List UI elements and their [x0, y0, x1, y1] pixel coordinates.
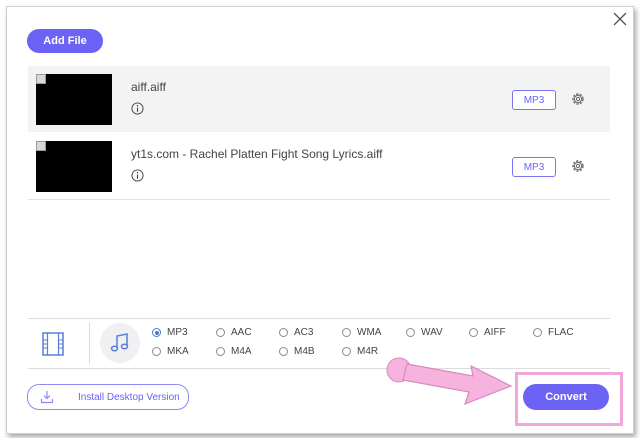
- format-option-ac3[interactable]: AC3: [279, 327, 313, 338]
- format-option-wma[interactable]: WMA: [342, 327, 381, 338]
- convert-button[interactable]: Convert: [523, 384, 609, 410]
- radio-selected[interactable]: [152, 328, 161, 337]
- music-note-icon: [110, 333, 129, 352]
- install-desktop-button[interactable]: Install Desktop Version: [27, 384, 189, 410]
- file-row[interactable]: yt1s.com - Rachel Platten Fight Song Lyr…: [28, 133, 610, 200]
- install-label: Install Desktop Version: [78, 391, 180, 403]
- radio[interactable]: [216, 328, 225, 337]
- video-tab-film-icon[interactable]: [41, 331, 65, 357]
- broken-image-icon: [36, 74, 46, 84]
- file-thumbnail: [36, 74, 112, 125]
- radio[interactable]: [469, 328, 478, 337]
- download-icon: [40, 391, 54, 404]
- format-option-mp3[interactable]: MP3: [152, 327, 188, 338]
- audio-tab[interactable]: [100, 323, 140, 363]
- output-format-button[interactable]: MP3: [512, 157, 556, 177]
- info-icon[interactable]: [131, 102, 144, 115]
- format-option-m4a[interactable]: M4A: [216, 346, 252, 357]
- radio[interactable]: [342, 328, 351, 337]
- radio[interactable]: [152, 347, 161, 356]
- radio[interactable]: [279, 328, 288, 337]
- radio[interactable]: [216, 347, 225, 356]
- broken-image-icon: [36, 141, 46, 151]
- add-file-button[interactable]: Add File: [27, 29, 103, 53]
- gear-icon[interactable]: [570, 91, 586, 107]
- format-option-aiff[interactable]: AIFF: [469, 327, 506, 338]
- format-option-mka[interactable]: MKA: [152, 346, 189, 357]
- file-thumbnail: [36, 141, 112, 192]
- file-row[interactable]: aiff.aiff MP3: [28, 66, 610, 132]
- info-icon[interactable]: [131, 169, 144, 182]
- radio[interactable]: [533, 328, 542, 337]
- format-option-wav[interactable]: WAV: [406, 327, 443, 338]
- format-option-aac[interactable]: AAC: [216, 327, 252, 338]
- file-name: aiff.aiff: [131, 80, 166, 94]
- divider: [28, 318, 610, 319]
- radio[interactable]: [406, 328, 415, 337]
- close-icon[interactable]: [612, 11, 628, 27]
- gear-icon[interactable]: [570, 158, 586, 174]
- output-format-button[interactable]: MP3: [512, 90, 556, 110]
- radio[interactable]: [279, 347, 288, 356]
- format-option-flac[interactable]: FLAC: [533, 327, 574, 338]
- pointer-arrow-icon: [386, 357, 513, 406]
- file-name: yt1s.com - Rachel Platten Fight Song Lyr…: [131, 147, 383, 161]
- vertical-separator: [89, 322, 90, 364]
- radio[interactable]: [342, 347, 351, 356]
- format-option-m4b[interactable]: M4B: [279, 346, 315, 357]
- format-option-m4r[interactable]: M4R: [342, 346, 378, 357]
